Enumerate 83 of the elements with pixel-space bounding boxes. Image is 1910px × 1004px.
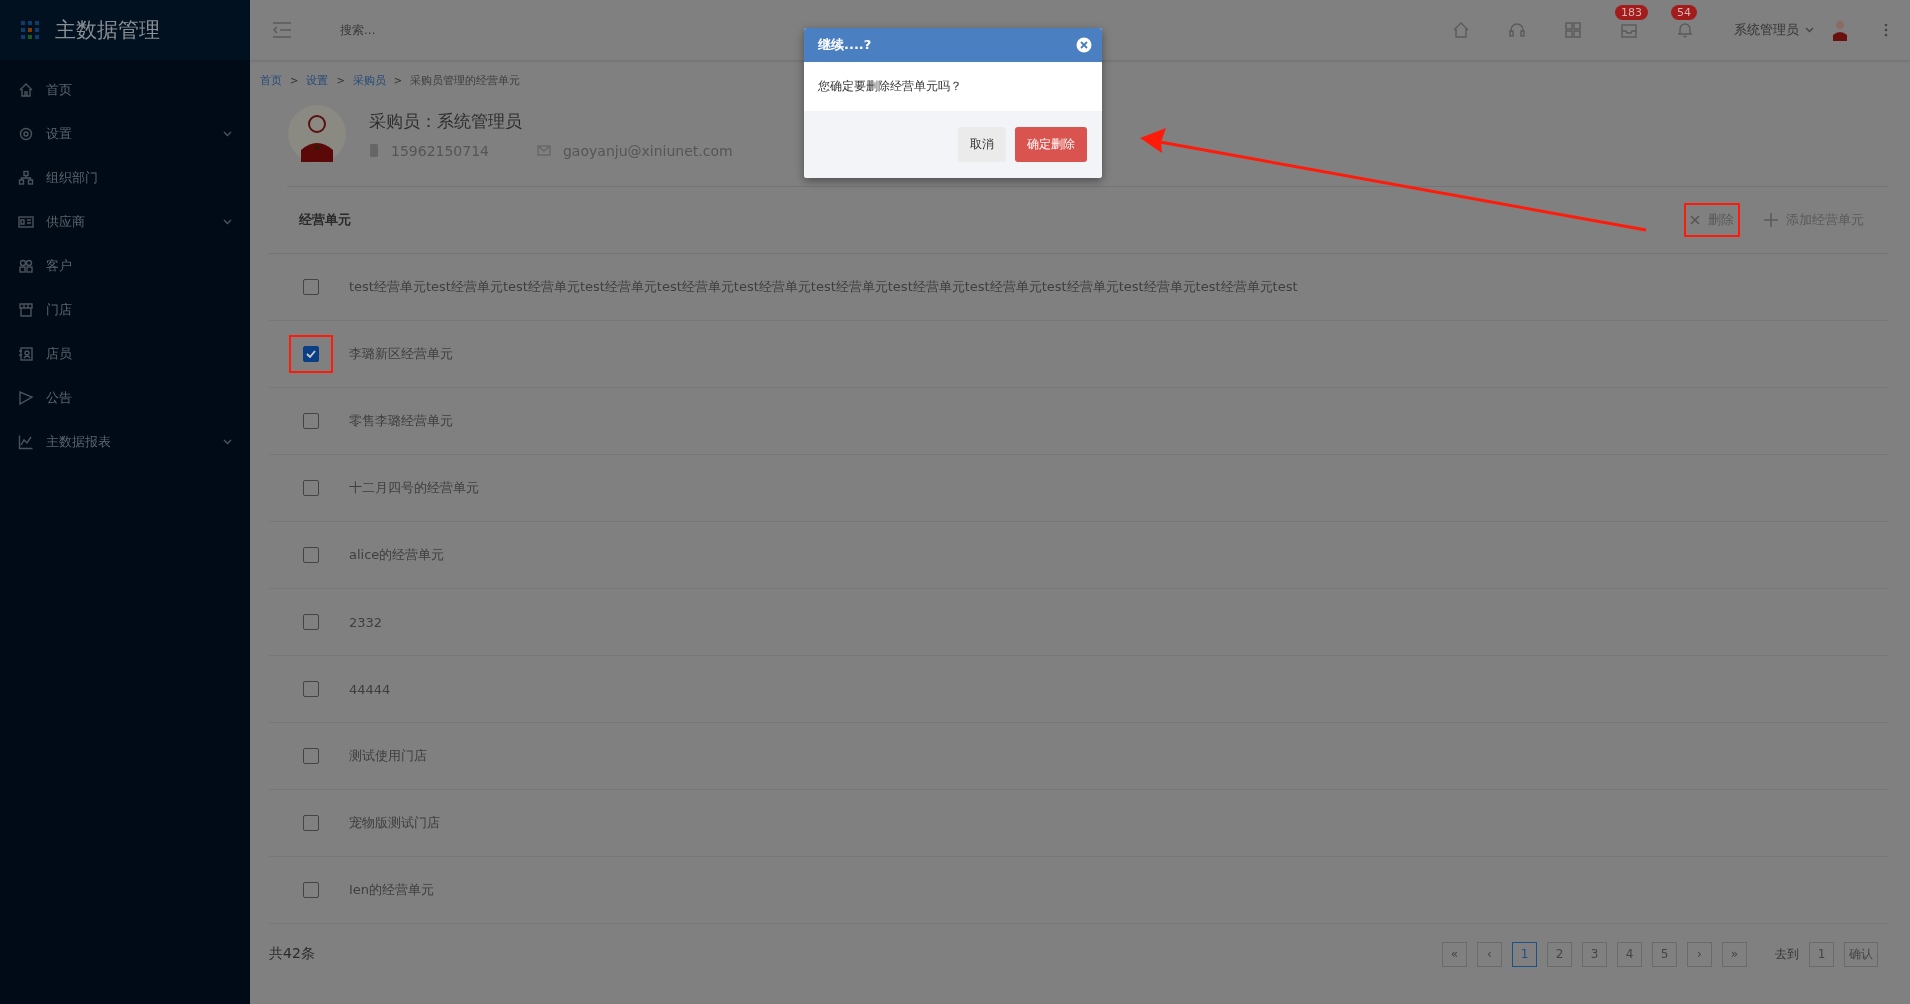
checkbox[interactable] xyxy=(303,480,319,496)
goto-label: 去到 xyxy=(1775,945,1799,963)
sidebar-item[interactable]: 店员 xyxy=(0,332,250,376)
search-field[interactable]: 搜索... xyxy=(338,22,602,38)
breadcrumb-link[interactable]: 设置 xyxy=(306,73,329,88)
plus-icon xyxy=(1764,213,1778,227)
page-button[interactable]: 4 xyxy=(1617,941,1642,967)
chevron-down-icon xyxy=(223,219,232,225)
page-button[interactable]: 3 xyxy=(1582,941,1607,967)
card-icon xyxy=(18,214,34,230)
profile-title: 采购员：系统管理员 xyxy=(369,109,523,133)
count-badge: 183 xyxy=(1615,5,1648,20)
checkbox[interactable] xyxy=(303,547,319,563)
checkbox[interactable] xyxy=(303,413,319,429)
headset-icon[interactable] xyxy=(1508,21,1526,39)
person-avatar-icon xyxy=(287,104,347,164)
mail-icon xyxy=(537,145,551,156)
unit-name: 十二月四号的经营单元 xyxy=(349,479,479,497)
chevron-down-icon xyxy=(223,131,232,137)
more-icon[interactable] xyxy=(1884,23,1888,37)
breadcrumb-separator: > xyxy=(336,75,345,86)
checkbox[interactable] xyxy=(303,279,319,295)
chevron-down-icon xyxy=(223,439,232,445)
people-icon xyxy=(18,258,34,274)
sidebar-item[interactable]: 首页 xyxy=(0,68,250,112)
page-input[interactable]: 1 xyxy=(1809,941,1834,967)
dialog-title: 继续....? xyxy=(818,36,872,54)
unit-name: 零售李璐经营单元 xyxy=(349,412,453,430)
phone-icon xyxy=(369,143,379,158)
sidebar-item[interactable]: 供应商 xyxy=(0,200,250,244)
sidebar-item[interactable]: 主数据报表 xyxy=(0,420,250,464)
dot-grid-icon xyxy=(21,21,39,39)
home-icon xyxy=(18,82,34,98)
total-count: 共42条 xyxy=(269,945,315,963)
confirm-delete-button[interactable]: 确定删除 xyxy=(1015,127,1087,162)
sidebar-item[interactable]: 设置 xyxy=(0,112,250,156)
store-icon xyxy=(18,302,34,318)
checkbox[interactable] xyxy=(303,882,319,898)
checkbox[interactable] xyxy=(303,346,319,362)
breadcrumb-link[interactable]: 首页 xyxy=(260,73,282,88)
org-icon xyxy=(18,170,34,186)
checkbox[interactable] xyxy=(303,748,319,764)
close-icon[interactable] xyxy=(1076,37,1092,53)
chevron-down-icon xyxy=(1805,27,1814,33)
sidebar-item[interactable]: 公告 xyxy=(0,376,250,420)
breadcrumb-link[interactable]: 采购员 xyxy=(352,73,386,88)
breadcrumb-separator: > xyxy=(393,75,403,86)
page-button[interactable]: › xyxy=(1687,941,1712,967)
close-icon xyxy=(1690,215,1700,225)
bell-icon[interactable] xyxy=(1676,21,1694,39)
avatar-icon[interactable] xyxy=(1832,19,1848,41)
confirm-button[interactable]: 确认 xyxy=(1844,941,1878,967)
cancel-button[interactable]: 取消 xyxy=(958,127,1006,162)
count-badge: 54 xyxy=(1671,5,1697,20)
page-button[interactable]: 1 xyxy=(1512,941,1537,967)
grid-icon[interactable] xyxy=(1564,21,1582,39)
sidebar-item[interactable]: 门店 xyxy=(0,288,250,332)
page-button[interactable]: 2 xyxy=(1547,941,1572,967)
unit-name: alice的经营单元 xyxy=(349,546,445,564)
section-title: 经营单元 xyxy=(299,211,351,229)
menu-icon[interactable] xyxy=(272,22,292,38)
checkbox[interactable] xyxy=(303,681,319,697)
checkbox[interactable] xyxy=(303,614,319,630)
breadcrumb-separator: > xyxy=(290,75,299,86)
unit-name: 2332 xyxy=(349,614,383,630)
app-title: 主数据管理 xyxy=(55,17,160,44)
unit-name: 44444 xyxy=(349,681,391,697)
check-icon xyxy=(306,350,316,358)
unit-name: test经营单元test经营单元test经营单元test经营单元test经营单元test经营单元test经营单元test经营单元test经营单元test经营单元test经营单元test经营单元test xyxy=(349,278,1298,296)
user-name[interactable]: 系统管理员 xyxy=(1734,21,1799,39)
dialog-message: 您确定要删除经营单元吗？ xyxy=(817,78,963,95)
page-button[interactable]: 5 xyxy=(1652,941,1677,967)
page-button[interactable]: « xyxy=(1442,941,1467,967)
chart-icon xyxy=(18,434,34,450)
home-icon[interactable] xyxy=(1452,21,1470,39)
checkbox[interactable] xyxy=(303,815,319,831)
unit-name: Ien的经营单元 xyxy=(349,881,435,899)
sidebar-item[interactable]: 组织部门 xyxy=(0,156,250,200)
inbox-icon[interactable] xyxy=(1620,21,1638,39)
page-button[interactable]: » xyxy=(1722,941,1747,967)
unit-name: 李璐新区经营单元 xyxy=(349,345,453,363)
page-button[interactable]: ‹ xyxy=(1477,941,1502,967)
sidebar-item[interactable]: 客户 xyxy=(0,244,250,288)
